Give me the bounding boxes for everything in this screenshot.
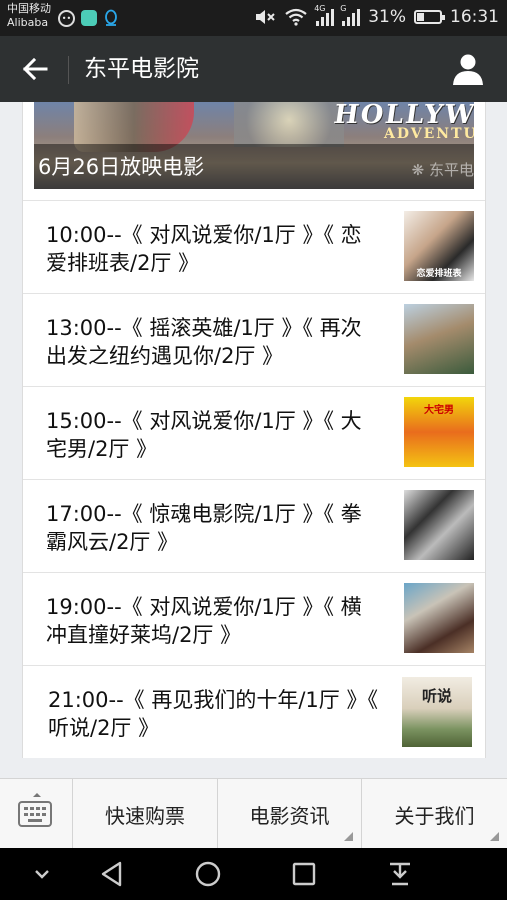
- movie-poster-thumbnail[interactable]: [404, 583, 474, 653]
- schedule-text: 10:00--《 对风说爱你/1厅 》《 恋爱排班表/2厅 》: [46, 223, 362, 275]
- battery-icon: [414, 10, 445, 24]
- schedule-text: 21:00--《 再见我们的十年/1厅 》《 听说/2厅 》: [48, 688, 378, 740]
- article-content: HOLLYWOO ADVENTU 6月26日放映电影 ❋ 东平电 10:00--…: [22, 102, 486, 758]
- wechat-icon: ❋: [411, 161, 425, 179]
- carrier-name: 中国移动: [7, 2, 51, 15]
- person-icon[interactable]: [451, 52, 485, 86]
- schedule-text: 13:00--《 摇滚英雄/1厅 》《 再次出发之纽约遇见你/2厅 》: [46, 316, 362, 368]
- qq-icon: [105, 9, 117, 26]
- network-label: 4G: [314, 4, 326, 13]
- cellular-signal-icon-2: G: [340, 4, 361, 26]
- banner-image[interactable]: HOLLYWOO ADVENTU 6月26日放映电影 ❋ 东平电: [34, 102, 474, 189]
- chevron-down-icon[interactable]: [26, 858, 58, 890]
- cellular-signal-icon: 4G: [314, 4, 335, 26]
- status-bar: 中国移动 Alibaba •• 4G G 31% 16:31: [0, 0, 507, 36]
- poster-label: 听说: [421, 687, 452, 705]
- clock: 16:31: [450, 7, 499, 27]
- movie-poster-thumbnail[interactable]: [404, 304, 474, 374]
- app-notification-icon-2: [81, 10, 97, 26]
- menu-label: 关于我们: [394, 803, 475, 828]
- poster-subtitle: ADVENTU: [384, 126, 474, 142]
- battery-percent: 31%: [368, 7, 406, 27]
- submenu-indicator-icon: [344, 832, 353, 841]
- arrow-left-icon[interactable]: [20, 54, 50, 84]
- banner-caption: 6月26日放映电影: [38, 155, 205, 179]
- schedule-row[interactable]: 17:00--《 惊魂电影院/1厅 》《 拳霸风云/2厅 》: [23, 479, 485, 572]
- caret-up-icon: [33, 793, 41, 797]
- movie-poster-thumbnail[interactable]: 大宅男: [404, 397, 474, 467]
- page-title: 东平电影院: [84, 56, 199, 82]
- schedule-list: 10:00--《 对风说爱你/1厅 》《 恋爱排班表/2厅 》 恋爱排班表 13…: [23, 200, 485, 758]
- wifi-icon: [285, 8, 307, 26]
- schedule-row[interactable]: 13:00--《 摇滚英雄/1厅 》《 再次出发之纽约遇见你/2厅 》: [23, 293, 485, 386]
- carrier-info: 中国移动 Alibaba: [7, 2, 51, 30]
- movie-poster-thumbnail[interactable]: [404, 490, 474, 560]
- movie-poster-thumbnail[interactable]: 听说: [402, 677, 472, 747]
- submenu-indicator-icon: [490, 832, 499, 841]
- keyboard-toggle-button[interactable]: [0, 779, 73, 849]
- notification-pull-icon[interactable]: [384, 858, 416, 890]
- menu-quick-ticket[interactable]: 快速购票: [73, 779, 218, 849]
- bottom-menu: 快速购票 电影资讯 关于我们: [0, 778, 507, 849]
- poster-title: HOLLYWOO: [331, 102, 474, 130]
- mute-icon: [256, 10, 275, 24]
- schedule-row[interactable]: 10:00--《 对风说爱你/1厅 》《 恋爱排班表/2厅 》 恋爱排班表: [23, 200, 485, 293]
- schedule-row[interactable]: 21:00--《 再见我们的十年/1厅 》《 听说/2厅 》 听说: [23, 665, 485, 758]
- menu-about-us[interactable]: 关于我们: [362, 779, 507, 849]
- schedule-row[interactable]: 15:00--《 对风说爱你/1厅 》《 大宅男/2厅 》 大宅男: [23, 386, 485, 479]
- banner-figure-2: [234, 102, 344, 147]
- carrier-name-2: Alibaba: [7, 16, 49, 29]
- notification-icons: ••: [58, 9, 119, 27]
- menu-label: 电影资讯: [249, 803, 330, 828]
- schedule-row[interactable]: 19:00--《 对风说爱你/1厅 》《 横冲直撞好莱坞/2厅 》: [23, 572, 485, 665]
- system-nav-bar: [0, 848, 507, 900]
- recents-square-icon[interactable]: [288, 858, 320, 890]
- network-label-2: G: [340, 4, 347, 13]
- keyboard-icon: [18, 801, 52, 827]
- poster-label: 恋爱排班表: [416, 269, 462, 279]
- poster-label: 大宅男: [424, 405, 454, 416]
- back-triangle-icon[interactable]: [96, 858, 128, 890]
- menu-label: 快速购票: [105, 803, 185, 828]
- system-indicators: 4G G 31% 16:31: [254, 4, 499, 27]
- schedule-text: 17:00--《 惊魂电影院/1厅 》《 拳霸风云/2厅 》: [46, 502, 362, 554]
- schedule-text: 15:00--《 对风说爱你/1厅 》《 大宅男/2厅 》: [46, 409, 362, 461]
- app-bar: 东平电影院: [0, 36, 507, 102]
- watermark-text: 东平电: [428, 161, 474, 179]
- schedule-text: 19:00--《 对风说爱你/1厅 》《 横冲直撞好莱坞/2厅 》: [46, 595, 362, 647]
- watermark: ❋ 东平电: [412, 159, 474, 180]
- menu-movie-news[interactable]: 电影资讯: [218, 779, 362, 849]
- home-circle-icon[interactable]: [192, 858, 224, 890]
- movie-poster-thumbnail[interactable]: 恋爱排班表: [404, 211, 474, 281]
- app-bar-divider: [68, 56, 69, 84]
- app-notification-icon: ••: [58, 9, 75, 27]
